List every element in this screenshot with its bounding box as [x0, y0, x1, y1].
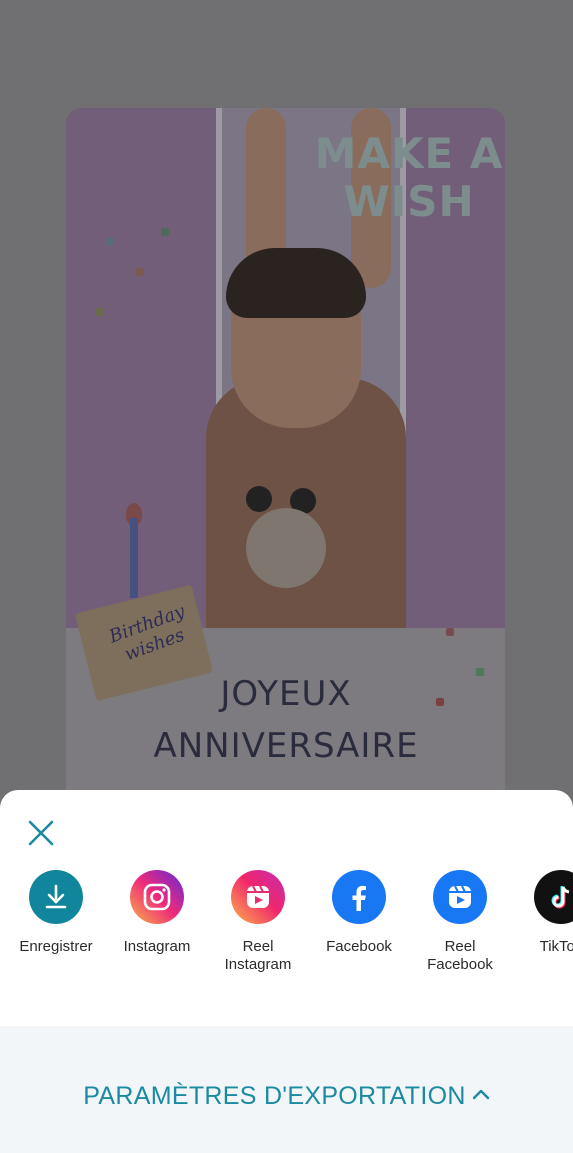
sticker-line-1: MAKE A: [314, 129, 504, 178]
reel-facebook-icon: [433, 870, 487, 924]
share-reel-facebook-label: Reel Facebook: [427, 938, 493, 973]
photo-subject-hair: [226, 248, 366, 318]
reel-instagram-icon: [231, 870, 285, 924]
share-tiktok-button[interactable]: TikTok: [511, 868, 573, 956]
confetti: [446, 628, 454, 636]
card-title-line-2: ANNIVERSAIRE: [153, 726, 419, 766]
share-tiktok-label: TikTok: [539, 938, 573, 955]
share-reel-instagram-label: Reel Instagram: [224, 938, 292, 973]
confetti: [161, 228, 169, 236]
instagram-icon: [130, 870, 184, 924]
share-facebook-button[interactable]: Facebook: [309, 868, 409, 956]
shirt-bear-face: [246, 508, 326, 588]
confetti: [96, 308, 104, 316]
share-reel-instagram-button[interactable]: Reel Instagram: [208, 868, 308, 974]
confetti: [136, 268, 144, 276]
share-save-label: Enregistrer: [19, 938, 93, 955]
share-instagram-label: Instagram: [123, 938, 191, 955]
candle: [130, 518, 138, 598]
download-icon: [29, 870, 83, 924]
chevron-up-icon: [472, 1078, 490, 1107]
share-targets-row[interactable]: Enregistrer Instagram Reel Instagram Fac…: [0, 868, 573, 988]
card-title: JOYEUX ANNIVERSAIRE: [106, 668, 466, 772]
sticker-line-2: WISH: [343, 177, 475, 226]
export-settings-bar: PARAMÈTRES D'EXPORTATION: [0, 1026, 573, 1153]
close-icon: [28, 820, 54, 846]
tiktok-icon: [534, 870, 573, 924]
share-bottom-sheet: Enregistrer Instagram Reel Instagram Fac…: [0, 790, 573, 1153]
close-button[interactable]: [22, 814, 60, 852]
facebook-icon: [332, 870, 386, 924]
shirt-bear-ear: [246, 486, 272, 512]
confetti: [476, 668, 484, 676]
share-instagram-button[interactable]: Instagram: [107, 868, 207, 956]
share-facebook-label: Facebook: [326, 938, 392, 955]
share-save-button[interactable]: Enregistrer: [6, 868, 106, 956]
export-settings-label: PARAMÈTRES D'EXPORTATION: [83, 1082, 466, 1110]
card-title-line-1: JOYEUX: [220, 674, 352, 714]
make-a-wish-sticker: MAKE A WISH: [314, 130, 504, 226]
confetti: [106, 238, 114, 246]
share-reel-facebook-button[interactable]: Reel Facebook: [410, 868, 510, 974]
template-preview-card: MAKE A WISH Birthday wishes JOYEUX ANNIV…: [66, 108, 505, 808]
export-settings-button[interactable]: PARAMÈTRES D'EXPORTATION: [0, 1078, 573, 1111]
